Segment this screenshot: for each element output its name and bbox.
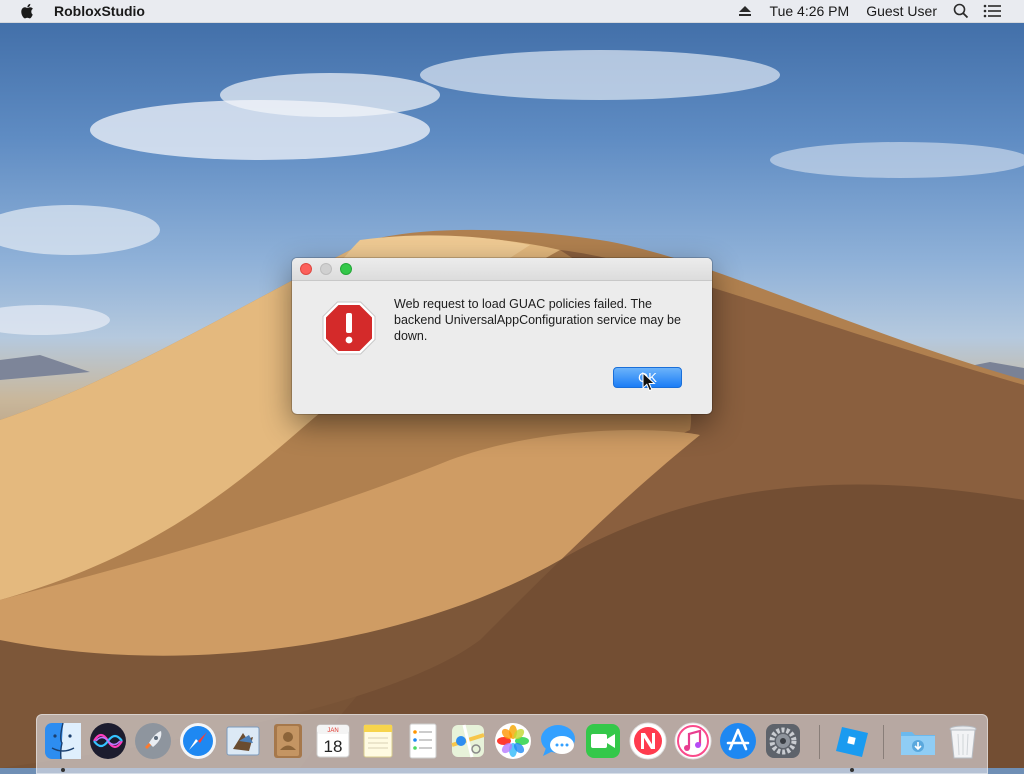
dock-item-facetime[interactable] [583, 721, 623, 761]
dock-item-safari[interactable] [178, 721, 218, 761]
app-menu-name[interactable]: RobloxStudio [54, 3, 145, 19]
eject-icon[interactable] [738, 5, 752, 17]
dock-item-downloads[interactable] [898, 721, 938, 761]
stop-error-icon [322, 301, 376, 355]
dock-item-calendar[interactable]: JAN 18 [313, 721, 353, 761]
close-window-button[interactable] [300, 263, 312, 275]
calendar-icon: JAN 18 [316, 724, 350, 758]
dock-separator [883, 725, 884, 759]
photos-icon [495, 723, 531, 759]
downloads-icon [901, 732, 935, 755]
facetime-icon [586, 724, 620, 758]
notes-icon [363, 724, 393, 758]
calendar-month: JAN [327, 728, 338, 734]
news-icon [629, 722, 667, 760]
dock-item-photos[interactable] [493, 721, 533, 761]
dock-item-app-store[interactable] [718, 721, 758, 761]
dock: JAN 18 [36, 714, 988, 774]
siri-icon [90, 723, 126, 759]
system-preferences-icon [766, 724, 800, 758]
dock-item-messages[interactable] [538, 721, 578, 761]
dock-item-itunes[interactable] [673, 721, 713, 761]
messages-icon [541, 725, 575, 756]
dock-item-trash[interactable] [943, 721, 983, 761]
dock-item-maps[interactable] [448, 721, 488, 761]
dock-item-contacts[interactable] [268, 721, 308, 761]
dock-item-siri[interactable] [88, 721, 128, 761]
dock-item-roblox-studio[interactable] [832, 721, 872, 772]
menubar-user[interactable]: Guest User [866, 3, 937, 19]
contacts-icon [274, 724, 302, 758]
notification-center-icon[interactable] [983, 4, 1001, 18]
dock-item-notes[interactable] [358, 721, 398, 761]
mouse-cursor-icon [642, 372, 656, 392]
mail-icon [226, 726, 260, 756]
zoom-window-button[interactable] [340, 263, 352, 275]
dock-separator [819, 725, 820, 759]
menubar-clock[interactable]: Tue 4:26 PM [770, 3, 850, 19]
itunes-icon [674, 722, 712, 760]
maps-icon [451, 724, 485, 758]
trash-icon [949, 725, 977, 759]
dock-item-finder[interactable] [43, 721, 83, 772]
roblox-studio-icon [836, 727, 868, 757]
running-indicator [61, 768, 65, 772]
safari-icon [180, 723, 216, 759]
spotlight-search-icon[interactable] [953, 3, 969, 19]
alert-titlebar [292, 258, 712, 281]
alert-message: Web request to load GUAC policies failed… [394, 297, 681, 343]
dock-item-launchpad[interactable] [133, 721, 173, 761]
minimize-window-button[interactable] [320, 263, 332, 275]
launchpad-icon [135, 723, 171, 759]
dock-item-system-preferences[interactable] [763, 721, 803, 761]
menu-bar: RobloxStudio Tue 4:26 PM Guest User [0, 0, 1024, 23]
finder-icon [45, 722, 81, 760]
reminders-icon [409, 723, 437, 759]
running-indicator [850, 768, 854, 772]
dock-item-mail[interactable] [223, 721, 263, 761]
app-store-icon [720, 723, 756, 759]
dock-item-news[interactable] [628, 721, 668, 761]
dock-item-reminders[interactable] [403, 721, 443, 761]
calendar-day: 18 [324, 737, 343, 756]
apple-menu-icon[interactable] [19, 2, 37, 20]
